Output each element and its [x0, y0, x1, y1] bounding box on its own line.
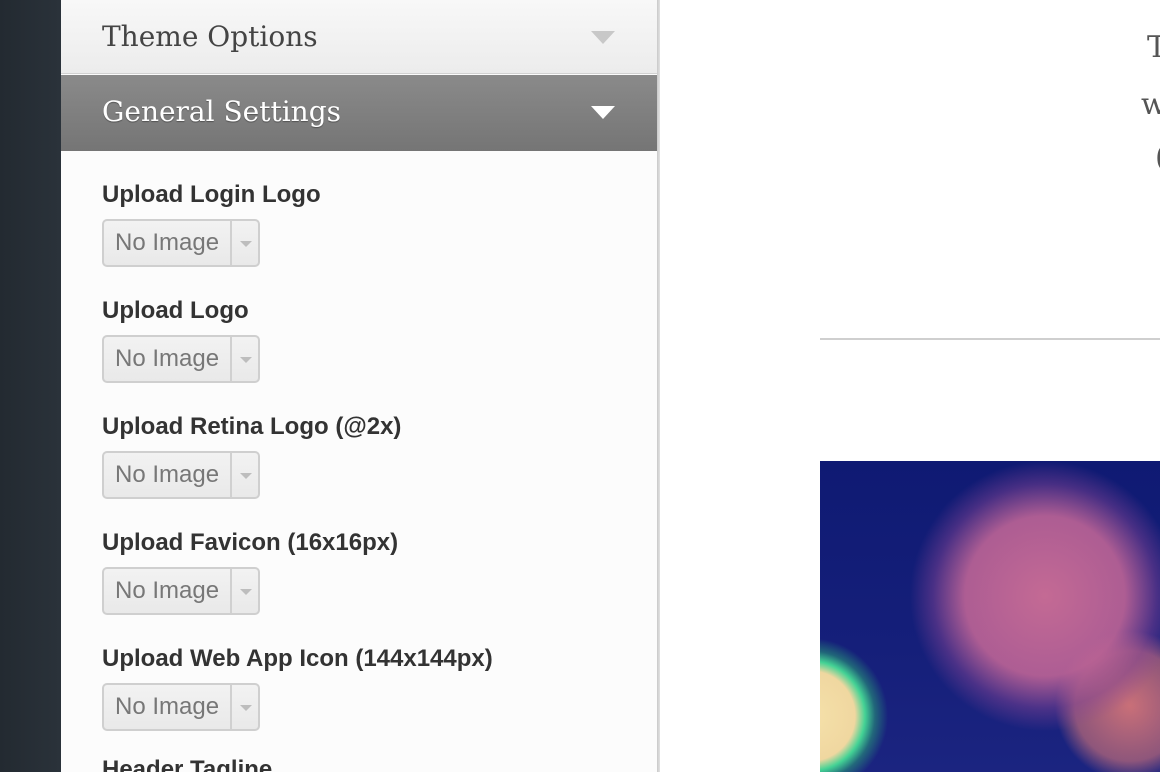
image-select-dropdown[interactable]: No Image	[102, 335, 260, 383]
customizer-panel: Theme Options General Settings Upload Lo…	[61, 0, 657, 772]
field-upload-web-app-icon: Upload Web App Icon (144x144px) No Image	[102, 645, 493, 731]
field-label: Upload Login Logo	[102, 181, 321, 208]
image-select-dropdown[interactable]: No Image	[102, 683, 260, 731]
image-select-dropdown[interactable]: No Image	[102, 451, 260, 499]
preview-text-line: w	[1141, 87, 1160, 122]
image-select-dropdown[interactable]: No Image	[102, 219, 260, 267]
preview-text-line: (	[1155, 140, 1160, 175]
preview-text-line: T	[1147, 30, 1160, 65]
section-header-general-settings-label: General Settings	[102, 95, 342, 128]
field-upload-login-logo: Upload Login Logo No Image	[102, 181, 321, 267]
image-select-value: No Image	[115, 461, 220, 488]
field-label: Upload Retina Logo (@2x)	[102, 413, 402, 440]
field-upload-retina-logo: Upload Retina Logo (@2x) No Image	[102, 413, 401, 499]
chevron-down-icon	[240, 589, 252, 595]
field-label: Header Tagline	[102, 756, 273, 772]
image-select-value: No Image	[115, 693, 220, 720]
section-header-theme-options-label: Theme Options	[102, 20, 318, 53]
image-select-value: No Image	[115, 229, 220, 256]
field-upload-favicon: Upload Favicon (16x16px) No Image	[102, 529, 398, 615]
field-upload-logo: Upload Logo No Image	[102, 297, 260, 383]
chevron-down-icon	[240, 705, 252, 711]
chevron-down-icon	[240, 357, 252, 363]
triangle-down-icon	[591, 106, 615, 119]
preview-divider	[820, 338, 1160, 340]
image-select-value: No Image	[115, 345, 220, 372]
select-divider	[230, 337, 232, 381]
left-dark-rail	[0, 0, 61, 772]
select-divider	[230, 685, 232, 729]
chevron-down-icon	[240, 241, 252, 247]
customizer-screen: Theme Options General Settings Upload Lo…	[0, 0, 1160, 772]
preview-bokeh-photo	[820, 461, 1160, 772]
field-label: Upload Favicon (16x16px)	[102, 529, 399, 556]
triangle-down-icon	[591, 31, 615, 44]
image-select-dropdown[interactable]: No Image	[102, 567, 260, 615]
select-divider	[230, 453, 232, 497]
section-header-theme-options[interactable]: Theme Options	[61, 0, 657, 74]
chevron-down-icon	[240, 473, 252, 479]
site-preview: T w (	[660, 0, 1160, 772]
select-divider	[230, 221, 232, 265]
select-divider	[230, 569, 232, 613]
field-label: Upload Logo	[102, 297, 249, 324]
field-label: Upload Web App Icon (144x144px)	[102, 645, 493, 672]
section-header-general-settings[interactable]: General Settings	[61, 75, 657, 151]
image-select-value: No Image	[115, 577, 220, 604]
field-header-tagline: Header Tagline	[102, 756, 272, 772]
